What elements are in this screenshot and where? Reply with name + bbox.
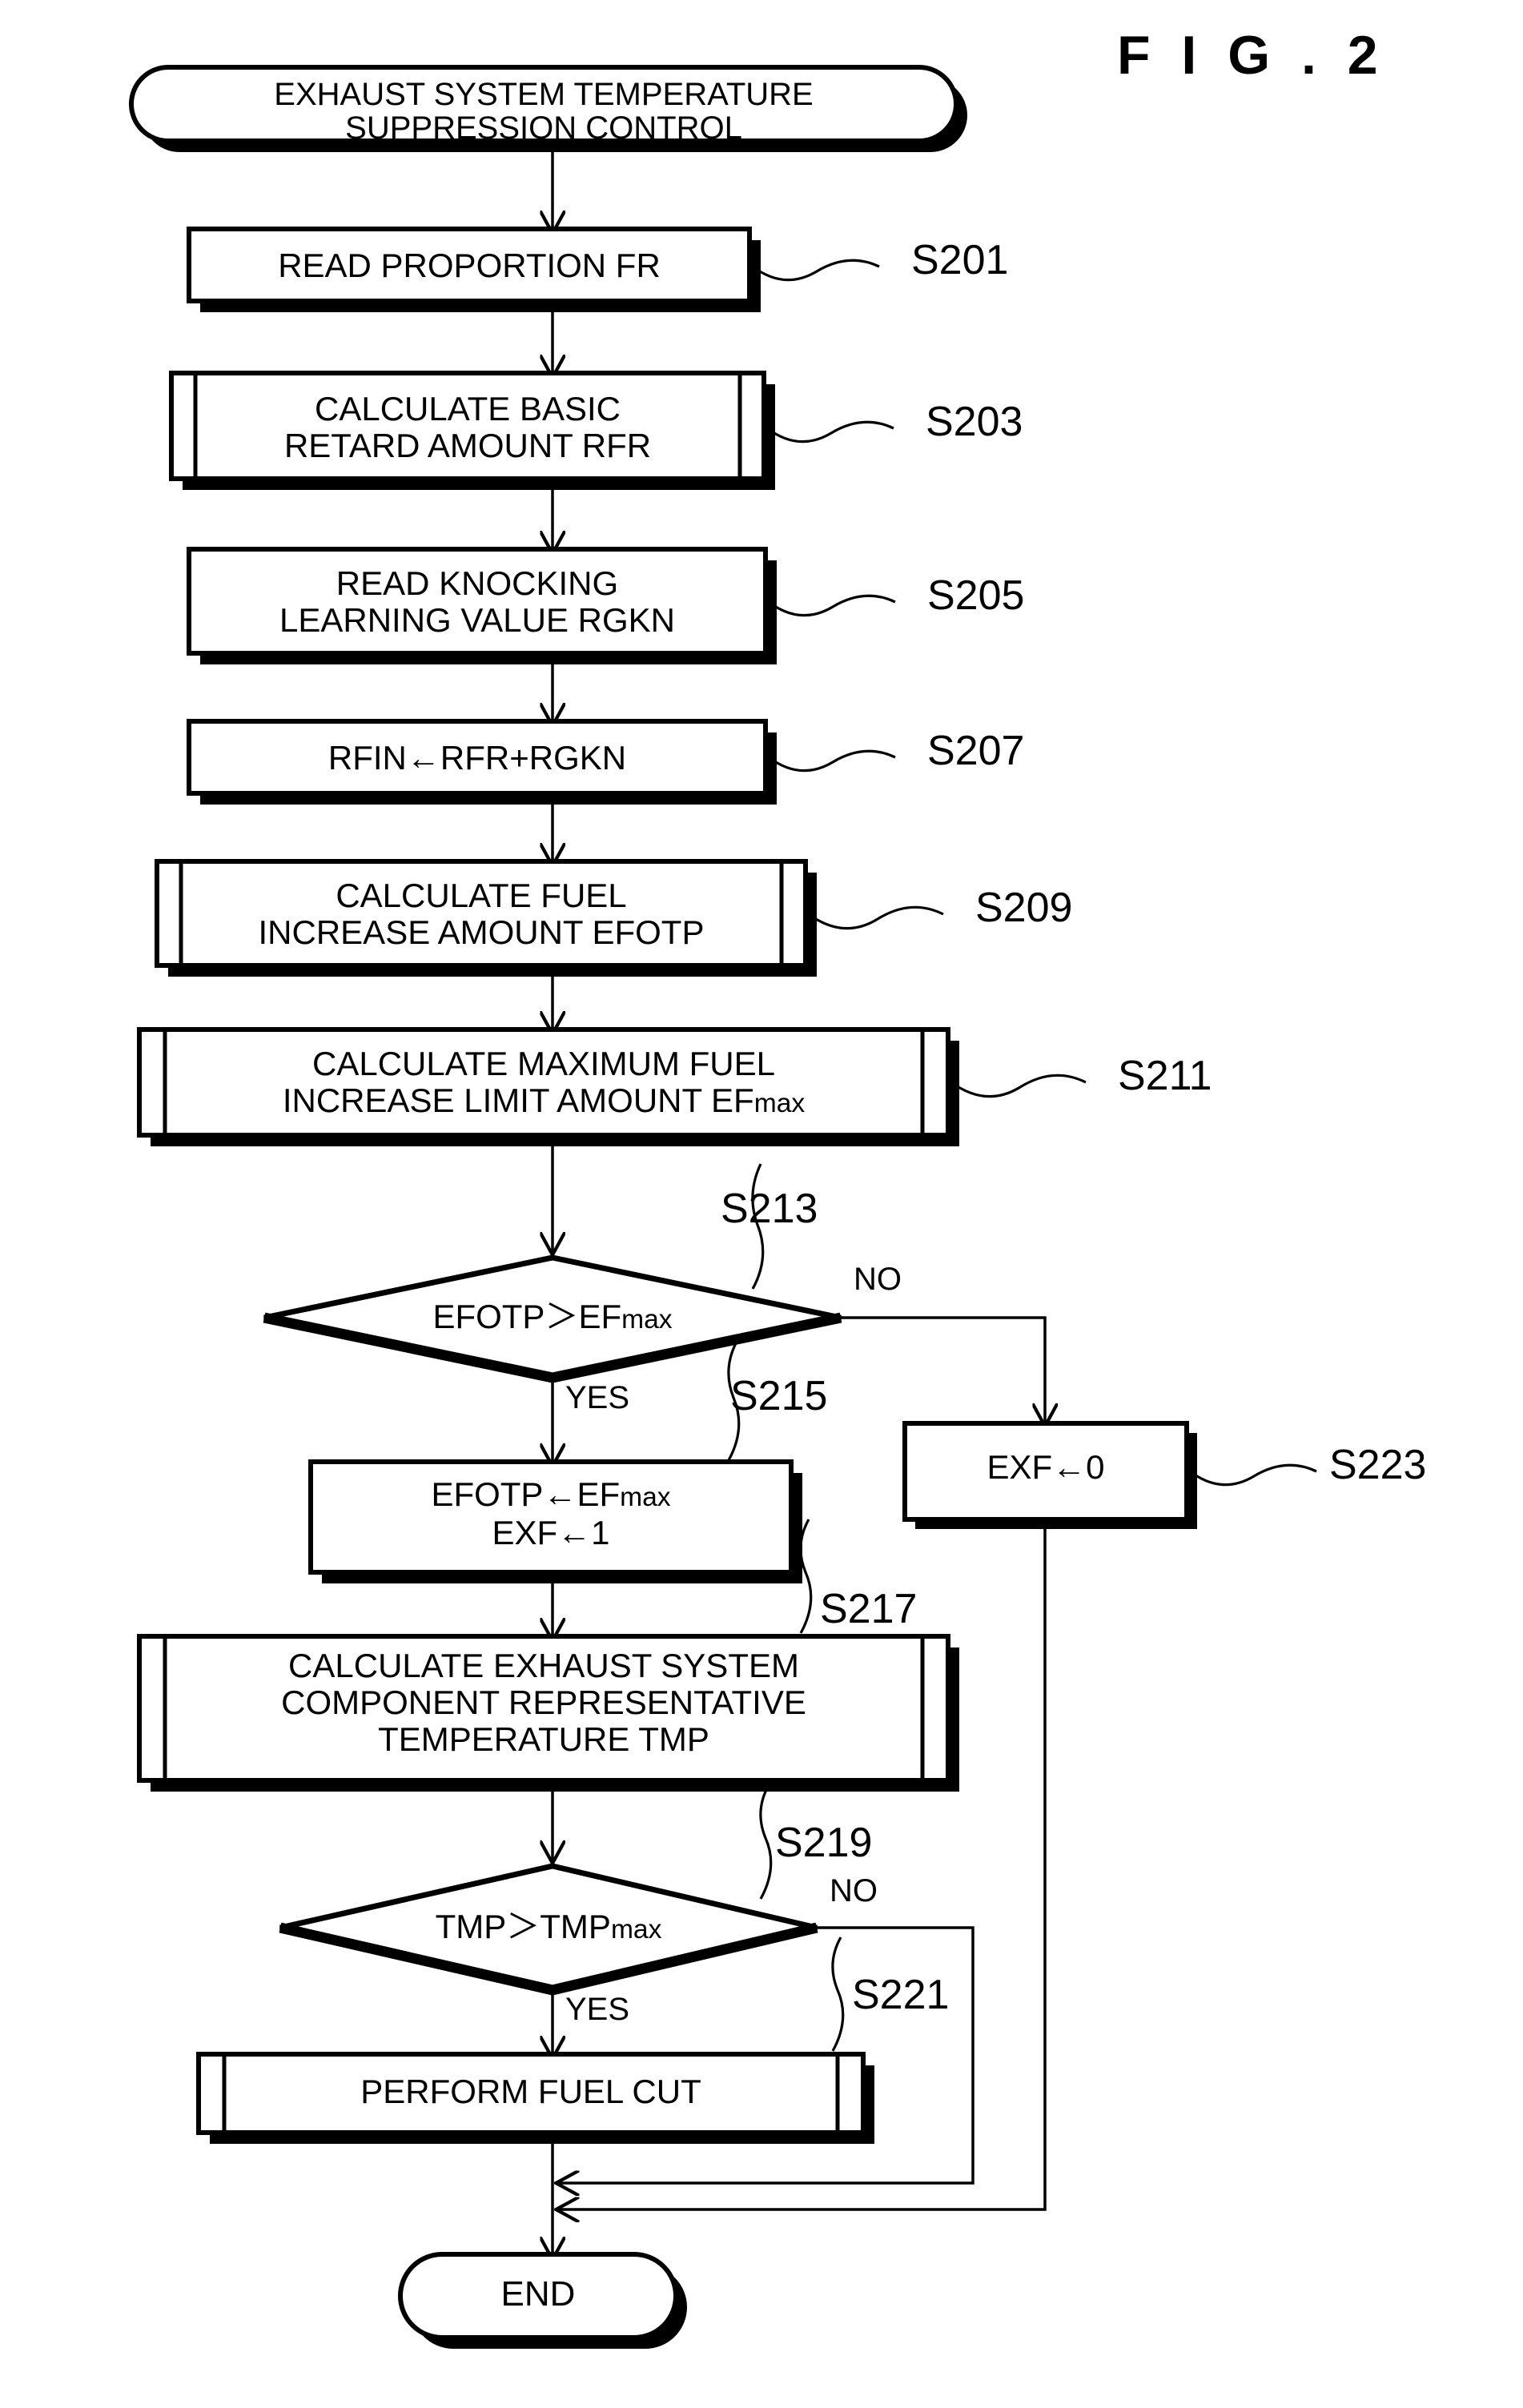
branch-label-s213-yes: YES	[565, 1380, 630, 1415]
node-s219-diamond	[279, 1863, 818, 1993]
step-label-s221: S221	[852, 1972, 950, 2018]
leader-s221	[831, 1936, 845, 2052]
node-s215-box	[308, 1459, 794, 1575]
node-s209-box	[155, 859, 808, 968]
node-start-terminal	[129, 65, 958, 143]
leader-s203	[766, 420, 894, 443]
leader-s211	[950, 1074, 1087, 1098]
step-label-s223: S223	[1329, 1442, 1427, 1488]
leader-s223	[1189, 1463, 1317, 1487]
step-label-s205: S205	[927, 572, 1025, 619]
node-s213-diamond	[263, 1254, 842, 1381]
node-s203-box	[169, 371, 766, 481]
node-end-terminal	[398, 2252, 678, 2340]
step-label-s207: S207	[927, 728, 1025, 774]
step-label-s209: S209	[975, 885, 1073, 931]
node-s201-box	[187, 227, 752, 303]
node-s211-box	[137, 1027, 950, 1138]
leader-s205	[768, 594, 896, 617]
step-label-s213: S213	[721, 1186, 818, 1232]
node-s205-box	[187, 547, 768, 656]
node-s223-box	[902, 1421, 1189, 1522]
node-s217-box	[137, 1634, 950, 1783]
step-label-s211: S211	[1118, 1053, 1212, 1099]
leader-s201	[752, 259, 880, 282]
connector-s213-no-to-s223	[841, 1316, 1045, 1424]
leader-s219	[759, 1784, 773, 1900]
node-s221-box	[196, 2052, 866, 2135]
step-label-s219: S219	[775, 1820, 873, 1866]
leader-s209	[808, 905, 944, 930]
leader-s207	[768, 749, 896, 773]
node-s207-box	[187, 719, 768, 796]
branch-label-s219-yes: YES	[565, 1992, 630, 2027]
branch-label-s219-no: NO	[830, 1873, 878, 1908]
branch-label-s213-no: NO	[854, 1262, 902, 1297]
figure-page: F I G . 2 EXHAUST SYSTEM TEMPERATURE SUP…	[0, 0, 1523, 2408]
step-label-s215: S215	[730, 1373, 828, 1419]
step-label-s201: S201	[911, 237, 1009, 283]
step-label-s217: S217	[820, 1586, 918, 1632]
step-label-s203: S203	[926, 399, 1023, 445]
